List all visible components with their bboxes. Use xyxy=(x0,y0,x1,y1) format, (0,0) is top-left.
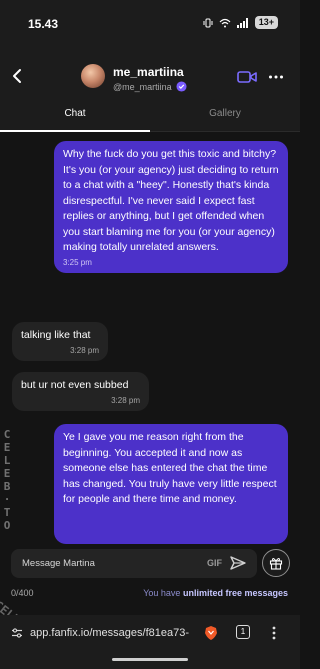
gift-icon xyxy=(269,558,283,570)
signal-icon xyxy=(236,17,248,28)
character-counter: 0/400 xyxy=(11,588,34,598)
address-bar[interactable]: app.fanfix.io/messages/f81ea73- xyxy=(30,627,198,639)
message-input[interactable] xyxy=(11,549,196,578)
profile-handle: @me_martiina xyxy=(113,81,172,92)
status-time: 15.43 xyxy=(28,17,59,31)
message-list[interactable]: Why the fuck do you get this toxic and b… xyxy=(0,132,300,544)
free-messages-emphasis: unlimited free messages xyxy=(182,588,288,598)
message-received[interactable]: talking like that 3:28 pm xyxy=(12,322,108,361)
browser-menu-icon[interactable] xyxy=(272,625,276,641)
watermark-vertical: C E L E B · T O xyxy=(3,428,11,532)
battery-icon: 13+ xyxy=(254,16,278,29)
free-messages-prefix: You have xyxy=(143,588,183,598)
message-text: but ur not even subbed xyxy=(21,379,129,391)
composer: GIF xyxy=(11,549,257,578)
back-icon[interactable] xyxy=(8,64,28,88)
message-received[interactable]: but ur not even subbed 3:28 pm xyxy=(12,372,149,411)
free-messages-notice: You have unlimited free messages xyxy=(143,588,288,598)
status-bar: 15.43 13+ xyxy=(0,0,300,48)
site-settings-icon[interactable] xyxy=(11,627,23,639)
gif-button[interactable]: GIF xyxy=(207,558,222,568)
vibrate-icon xyxy=(203,18,213,27)
message-time: 3:28 pm xyxy=(111,395,140,405)
avatar[interactable] xyxy=(81,64,105,88)
message-time: 3:28 pm xyxy=(70,345,99,355)
video-call-icon[interactable] xyxy=(237,69,257,85)
tab-chat[interactable]: Chat xyxy=(0,104,150,132)
message-text: Ye I gave you me reason right from the b… xyxy=(63,431,277,505)
tab-gallery[interactable]: Gallery xyxy=(150,104,300,132)
status-icons: 13+ xyxy=(203,16,278,29)
message-text: Why the fuck do you get this toxic and b… xyxy=(63,148,279,253)
tip-button[interactable] xyxy=(262,549,290,577)
chat-header: me_martiina @me_martiina xyxy=(0,48,300,104)
home-indicator xyxy=(112,658,188,661)
more-icon[interactable] xyxy=(268,70,284,84)
wifi-icon xyxy=(219,18,231,27)
tab-switcher[interactable]: 1 xyxy=(236,625,250,639)
send-icon[interactable] xyxy=(229,555,247,571)
profile-name[interactable]: me_martiina xyxy=(113,65,184,79)
message-sent[interactable]: Why the fuck do you get this toxic and b… xyxy=(54,141,288,273)
message-text: talking like that xyxy=(21,329,91,341)
browser-toolbar: app.fanfix.io/messages/f81ea73- 1 xyxy=(0,615,300,669)
tab-bar: Chat Gallery xyxy=(0,104,300,132)
profile-handle-row: @me_martiina xyxy=(113,81,187,92)
brave-shield-icon[interactable] xyxy=(204,625,218,641)
message-sent[interactable]: Ye I gave you me reason right from the b… xyxy=(54,424,288,544)
message-time: 3:25 pm xyxy=(63,257,92,267)
verified-icon xyxy=(176,81,187,92)
